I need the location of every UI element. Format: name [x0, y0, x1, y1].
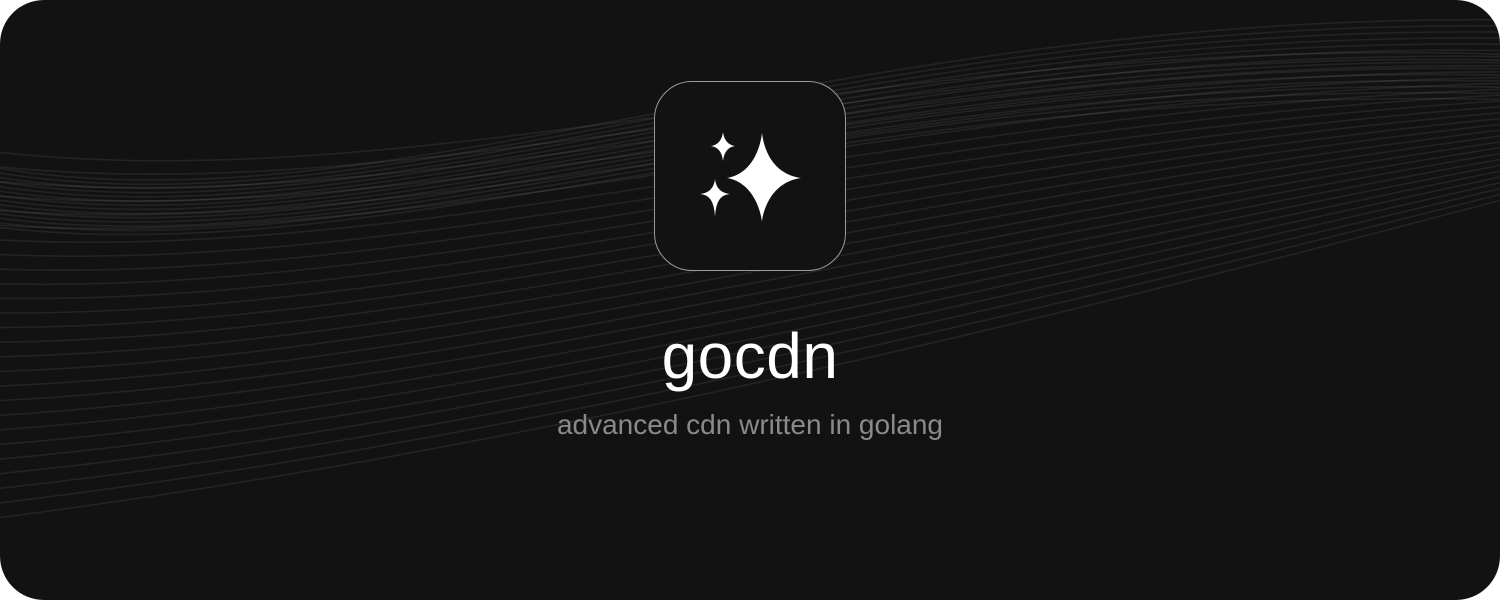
app-logo	[654, 81, 846, 271]
sparkles-icon	[700, 132, 801, 221]
banner-card: gocdn advanced cdn written in golang	[0, 0, 1500, 600]
app-title: gocdn	[661, 320, 839, 392]
app-tagline: advanced cdn written in golang	[556, 409, 944, 440]
